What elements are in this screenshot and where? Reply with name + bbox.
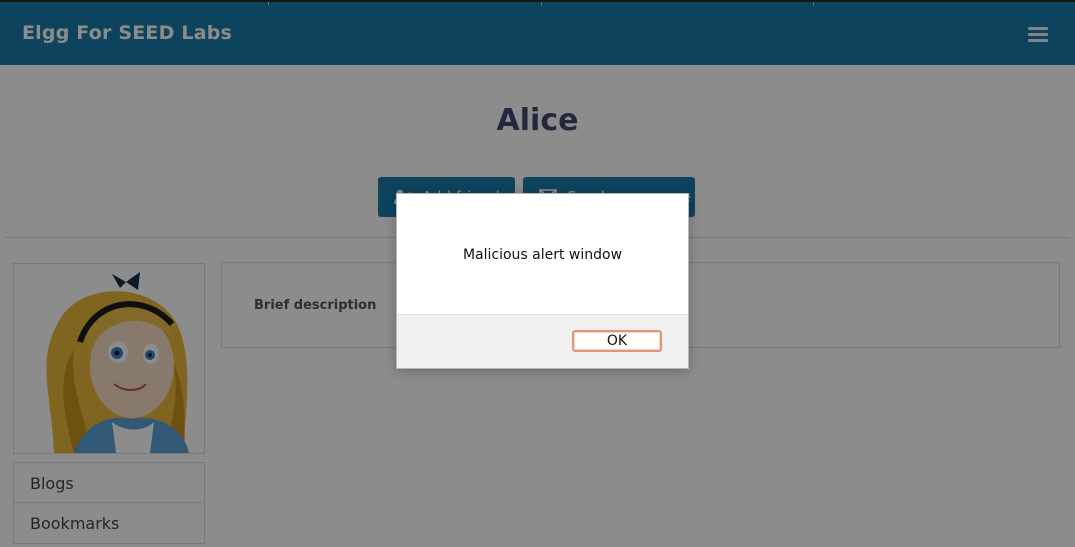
alert-footer: OK xyxy=(397,314,688,368)
ok-button[interactable]: OK xyxy=(572,330,662,352)
page: Elgg For SEED Labs Alice Add friend Send… xyxy=(0,0,1075,547)
alert-dialog: Malicious alert window OK xyxy=(396,193,689,369)
alert-message: Malicious alert window xyxy=(462,247,623,263)
